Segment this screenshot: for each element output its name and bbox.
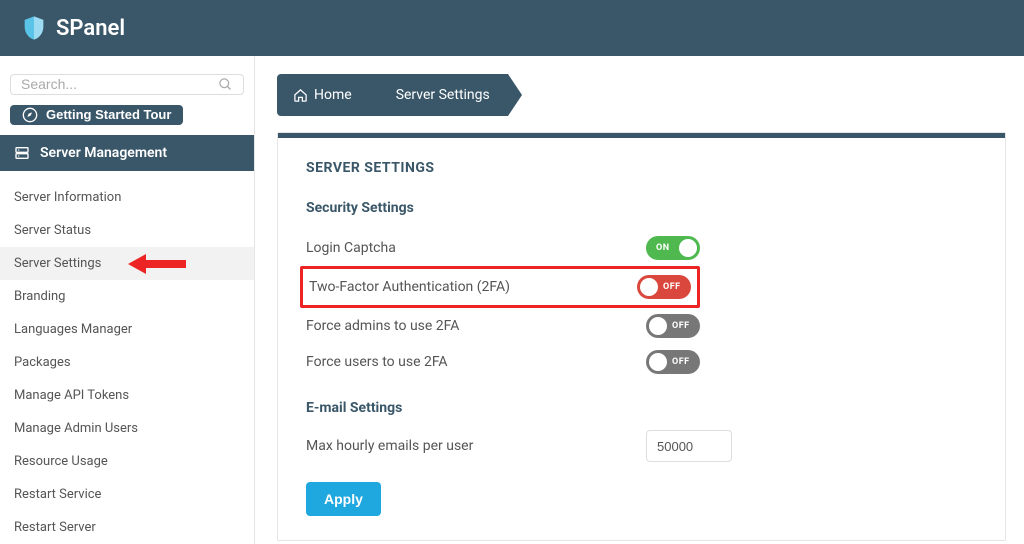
nav-label: Server Information — [14, 190, 121, 205]
max-hourly-emails-input[interactable] — [646, 430, 732, 462]
nav-label: Restart Server — [14, 520, 96, 535]
breadcrumb: Home Server Settings — [277, 74, 1006, 116]
sidebar-item-server-information[interactable]: Server Information — [0, 181, 254, 214]
security-settings-header: Security Settings — [306, 200, 977, 216]
sidebar-item-server-status[interactable]: Server Status — [0, 214, 254, 247]
toggle-state: OFF — [672, 321, 690, 331]
toggle-knob — [649, 317, 667, 335]
sidebar-item-restart-server[interactable]: Restart Server — [0, 511, 254, 544]
topbar: SPanel — [0, 0, 1024, 56]
shield-logo-icon — [20, 14, 48, 42]
search-box[interactable] — [10, 74, 244, 95]
nav-label: Packages — [14, 355, 71, 370]
breadcrumb-current[interactable]: Server Settings — [370, 74, 508, 116]
red-arrow-annotation-icon — [126, 253, 186, 275]
search-icon — [218, 77, 233, 92]
sidebar-item-languages-manager[interactable]: Languages Manager — [0, 313, 254, 346]
panel-title: SERVER SETTINGS — [306, 160, 977, 176]
toggle-force-admin-2fa[interactable]: OFF — [646, 314, 700, 338]
highlight-annotation: Two-Factor Authentication (2FA) OFF — [300, 266, 700, 308]
setting-force-admin-2fa: Force admins to use 2FA OFF — [306, 308, 977, 344]
nav-label: Manage Admin Users — [14, 421, 138, 436]
toggle-state: OFF — [663, 282, 681, 292]
compass-icon — [22, 107, 38, 123]
setting-label: Max hourly emails per user — [306, 438, 646, 454]
toggle-login-captcha[interactable]: ON — [646, 236, 700, 260]
nav-label: Languages Manager — [14, 322, 132, 337]
toggle-knob — [649, 353, 667, 371]
setting-label: Force users to use 2FA — [306, 354, 646, 370]
main-content: Home Server Settings SERVER SETTINGS Sec… — [255, 56, 1024, 544]
settings-panel: SERVER SETTINGS Security Settings Login … — [277, 132, 1006, 541]
crumb-label: Server Settings — [396, 87, 490, 103]
home-icon — [293, 88, 308, 103]
email-settings-header: E-mail Settings — [306, 400, 977, 416]
toggle-state: ON — [656, 243, 670, 253]
nav-label: Server Settings — [14, 256, 101, 271]
nav-label: Manage API Tokens — [14, 388, 129, 403]
nav-label: Restart Service — [14, 487, 101, 502]
sidebar-section-header[interactable]: Server Management — [0, 135, 254, 171]
sidebar-item-manage-admin-users[interactable]: Manage Admin Users — [0, 412, 254, 445]
sidebar-item-server-settings[interactable]: Server Settings — [0, 247, 254, 280]
toggle-two-factor-auth[interactable]: OFF — [637, 275, 691, 299]
toggle-force-user-2fa[interactable]: OFF — [646, 350, 700, 374]
getting-started-tour-button[interactable]: Getting Started Tour — [10, 105, 183, 125]
sidebar: Getting Started Tour Server Management S… — [0, 56, 255, 544]
sidebar-item-manage-api-tokens[interactable]: Manage API Tokens — [0, 379, 254, 412]
nav-label: Server Status — [14, 223, 91, 238]
nav-label: Branding — [14, 289, 65, 304]
nav-list: Server Information Server Status Server … — [0, 181, 254, 544]
apply-button[interactable]: Apply — [306, 482, 381, 516]
search-input[interactable] — [11, 76, 218, 92]
crumb-label: Home — [314, 87, 352, 103]
server-icon — [14, 145, 30, 161]
toggle-knob — [640, 278, 658, 296]
breadcrumb-home[interactable]: Home — [277, 74, 370, 116]
tour-label: Getting Started Tour — [46, 107, 171, 122]
setting-two-factor-auth: Two-Factor Authentication (2FA) OFF — [309, 269, 691, 305]
setting-force-user-2fa: Force users to use 2FA OFF — [306, 344, 977, 380]
section-label: Server Management — [40, 145, 167, 161]
sidebar-item-restart-service[interactable]: Restart Service — [0, 478, 254, 511]
toggle-state: OFF — [672, 357, 690, 367]
setting-max-hourly-emails: Max hourly emails per user — [306, 430, 977, 462]
toggle-knob — [679, 239, 697, 257]
nav-label: Resource Usage — [14, 454, 108, 469]
sidebar-item-resource-usage[interactable]: Resource Usage — [0, 445, 254, 478]
setting-label: Login Captcha — [306, 240, 646, 256]
logo: SPanel — [20, 14, 125, 42]
sidebar-item-branding[interactable]: Branding — [0, 280, 254, 313]
brand-name: SPanel — [56, 16, 125, 41]
sidebar-item-packages[interactable]: Packages — [0, 346, 254, 379]
setting-login-captcha: Login Captcha ON — [306, 230, 977, 266]
setting-label: Force admins to use 2FA — [306, 318, 646, 334]
setting-label: Two-Factor Authentication (2FA) — [309, 279, 637, 295]
